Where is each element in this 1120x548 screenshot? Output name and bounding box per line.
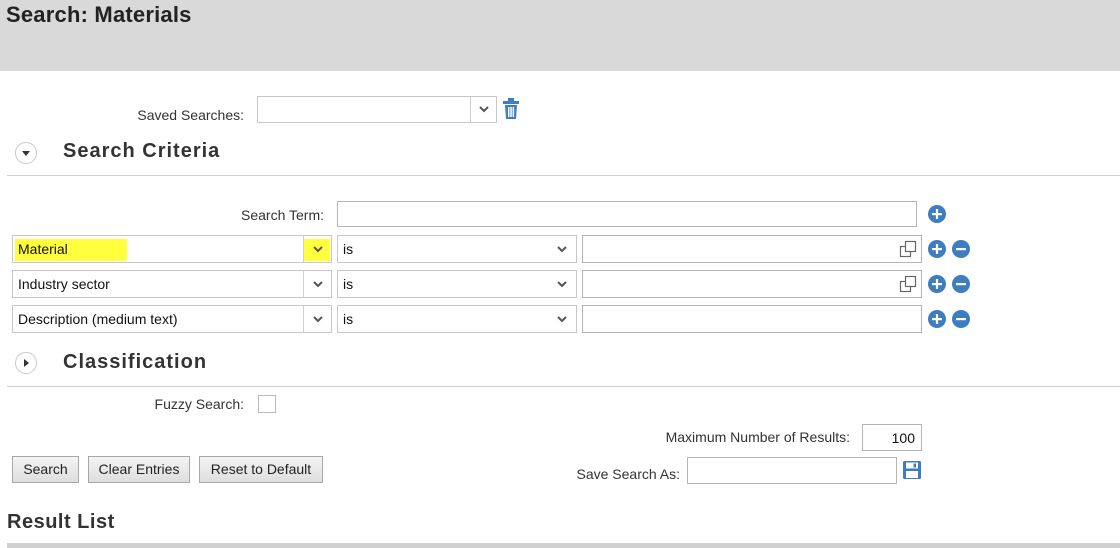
remove-icon[interactable] [951,239,971,259]
criteria-value-input[interactable] [582,270,922,298]
expand-icon [24,359,29,367]
criteria-value-input[interactable] [582,235,922,263]
save-search-as-input[interactable] [687,457,897,484]
chevron-down-icon [479,106,489,113]
criteria-value-input[interactable] [582,305,922,333]
criteria-operator-value: is [343,311,354,327]
max-results-input[interactable]: 100 [862,424,922,451]
criteria-operator-dropdown[interactable]: is [337,270,577,298]
chevron-down-icon [557,316,567,323]
criteria-field-dropdown[interactable]: Description (medium text) [12,305,332,333]
criteria-field-value: Material [18,241,68,257]
fuzzy-search-label: Fuzzy Search: [154,396,244,412]
chevron-down-icon [557,281,567,288]
chevron-down-icon [557,246,567,253]
search-button[interactable]: Search [12,456,79,483]
expand-classification-button[interactable] [15,352,37,374]
remove-icon[interactable] [951,309,971,329]
save-search-as-label: Save Search As: [576,466,680,482]
value-help-icon[interactable] [899,275,917,293]
criteria-field-dropdown[interactable]: Industry sector [12,270,332,298]
add-icon[interactable] [927,274,947,294]
result-list-heading: Result List [7,511,115,533]
criteria-field-value: Description (medium text) [18,311,178,327]
saved-searches-dropdown[interactable] [257,96,497,123]
collapse-icon [22,151,30,156]
saved-searches-label: Saved Searches: [137,107,244,123]
fuzzy-search-checkbox[interactable] [258,395,276,413]
divider [7,175,1120,176]
classification-heading: Classification [63,351,208,373]
add-icon[interactable] [927,239,947,259]
reset-to-default-button[interactable]: Reset to Default [199,456,323,483]
criteria-field-value: Industry sector [18,276,110,292]
chevron-down-icon [313,281,323,288]
search-term-input[interactable] [337,201,917,227]
criteria-field-dropdown[interactable]: Material [12,235,332,263]
criteria-operator-dropdown[interactable]: is [337,235,577,263]
page-title: Search: Materials [6,2,192,27]
criteria-operator-value: is [343,276,354,292]
criteria-operator-value: is [343,241,354,257]
criteria-operator-dropdown[interactable]: is [337,305,577,333]
add-icon[interactable] [927,204,947,224]
value-help-icon[interactable] [899,240,917,258]
remove-icon[interactable] [951,274,971,294]
result-list-bar [7,543,1120,548]
clear-entries-button[interactable]: Clear Entries [88,456,190,483]
chevron-down-icon [313,246,323,253]
max-results-label: Maximum Number of Results: [665,429,850,445]
chevron-down-icon [313,316,323,323]
add-icon[interactable] [927,309,947,329]
search-term-label: Search Term: [241,207,324,223]
delete-icon[interactable] [502,98,520,120]
search-criteria-heading: Search Criteria [63,140,221,162]
divider [7,386,1120,387]
save-icon[interactable] [902,460,922,480]
collapse-search-criteria-button[interactable] [15,142,37,164]
